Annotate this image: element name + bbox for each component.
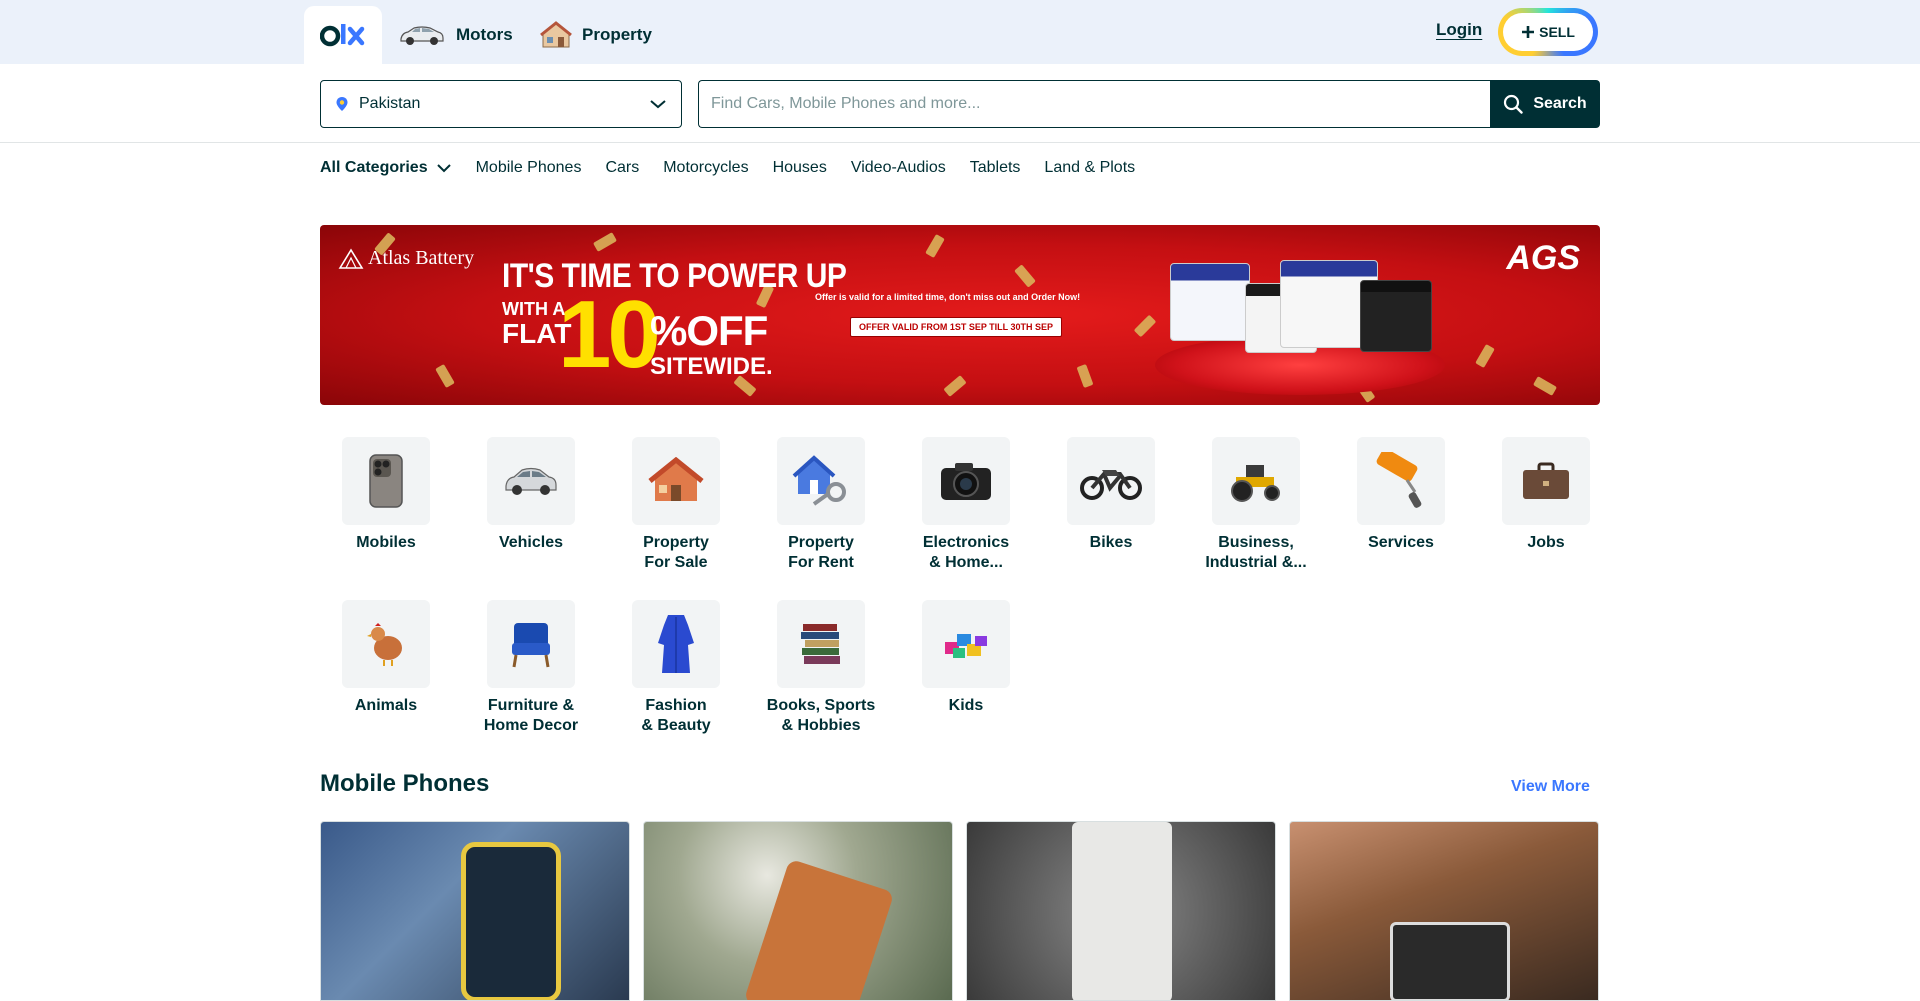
category-kids[interactable]: Kids — [891, 600, 1041, 716]
nav-mobile-phones[interactable]: Mobile Phones — [476, 159, 582, 177]
location-select[interactable]: Pakistan — [320, 80, 682, 128]
property-link[interactable]: Property — [540, 18, 652, 52]
section-title: Mobile Phones — [320, 770, 490, 797]
listing-card[interactable] — [1289, 821, 1599, 1001]
category-label: Business, Industrial &... — [1205, 534, 1307, 571]
banner-note: Offer is valid for a limited time, don't… — [815, 292, 1081, 302]
chevron-down-icon — [650, 100, 666, 109]
tractor-icon — [1231, 465, 1280, 502]
location-pin-icon — [336, 97, 348, 111]
category-label: Bikes — [1089, 534, 1133, 551]
dress-icon — [658, 615, 694, 673]
battery-image — [1360, 280, 1432, 352]
view-more-link[interactable]: View More — [1511, 778, 1590, 796]
nav-cars[interactable]: Cars — [605, 159, 639, 177]
category-label: Jobs — [1527, 534, 1565, 551]
atlas-logo-icon — [338, 247, 364, 269]
paint-roller-icon — [1376, 452, 1422, 508]
motorbike-icon — [1080, 470, 1142, 500]
category-property-for-sale[interactable]: Property For Sale — [601, 437, 751, 573]
car-icon — [505, 467, 557, 495]
promo-banner[interactable]: Atlas Battery IT'S TIME TO POWER UP WITH… — [320, 225, 1600, 405]
login-link[interactable]: Login — [1436, 20, 1482, 40]
banner-brand: Atlas Battery — [368, 247, 475, 269]
listing-photo — [461, 842, 561, 1000]
all-categories-label: All Categories — [320, 159, 428, 176]
category-books-sports-hobbies[interactable]: Books, Sports & Hobbies — [746, 600, 896, 736]
search-icon — [1504, 94, 1524, 114]
category-label: Fashion & Beauty — [641, 697, 711, 734]
category-label: Books, Sports & Hobbies — [766, 697, 876, 734]
listing-card[interactable] — [320, 821, 630, 1001]
category-services[interactable]: Services — [1326, 437, 1476, 553]
listing-card[interactable] — [643, 821, 953, 1001]
category-label: Kids — [948, 697, 984, 714]
category-property-for-rent[interactable]: Property For Rent — [746, 437, 896, 573]
category-bikes[interactable]: Bikes — [1036, 437, 1186, 553]
category-label: Furniture & Home Decor — [483, 697, 579, 734]
search-field — [698, 80, 1490, 128]
top-bar: Motors Property Login SELL — [0, 0, 1920, 64]
nav-land-plots[interactable]: Land & Plots — [1044, 159, 1135, 177]
category-label: Property For Rent — [788, 534, 854, 571]
property-label: Property — [582, 25, 652, 44]
plus-icon — [1522, 26, 1535, 38]
motors-label: Motors — [456, 25, 513, 44]
category-label: Property For Sale — [643, 534, 709, 571]
camera-icon — [941, 463, 991, 500]
olx-logo-icon — [320, 24, 365, 47]
listing-photo — [1072, 822, 1172, 1000]
listing-photo — [743, 858, 895, 1000]
ags-logo: AGS — [1506, 239, 1580, 277]
category-vehicles[interactable]: Vehicles — [456, 437, 606, 553]
location-value: Pakistan — [359, 95, 421, 112]
search-button[interactable]: Search — [1490, 80, 1600, 128]
nav-houses[interactable]: Houses — [773, 159, 827, 177]
category-mobiles[interactable]: Mobiles — [311, 437, 461, 553]
banner-sitewide: SITEWIDE. — [650, 353, 773, 380]
category-fashion-beauty[interactable]: Fashion & Beauty — [601, 600, 751, 736]
car-icon — [400, 26, 444, 45]
category-nav: All Categories Mobile Phones Cars Motorc… — [320, 156, 1135, 180]
house-icon — [540, 21, 572, 48]
listing-card[interactable] — [966, 821, 1276, 1001]
house-key-icon — [792, 455, 846, 506]
nav-motorcycles[interactable]: Motorcycles — [663, 159, 748, 177]
category-label: Mobiles — [356, 534, 416, 551]
banner-off: %OFF — [650, 307, 768, 354]
listing-photo — [1390, 922, 1510, 1000]
armchair-icon — [512, 623, 550, 668]
category-label: Animals — [354, 697, 418, 714]
atlas-battery-logo: Atlas Battery — [338, 247, 474, 270]
banner-validity: OFFER VALID FROM 1ST SEP TILL 30TH SEP — [850, 317, 1063, 337]
house-icon — [648, 457, 704, 501]
category-electronics[interactable]: Electronics & Home... — [891, 437, 1041, 573]
category-label: Services — [1368, 534, 1434, 551]
category-label: Electronics & Home... — [922, 534, 1010, 571]
motors-link[interactable]: Motors — [398, 18, 513, 52]
mobile-phone-icon — [369, 454, 403, 508]
sell-button[interactable]: SELL — [1498, 8, 1598, 56]
banner-headline: IT'S TIME TO POWER UP — [502, 257, 847, 295]
search-input[interactable] — [699, 81, 1490, 127]
all-categories-dropdown[interactable]: All Categories — [320, 159, 452, 177]
category-jobs[interactable]: Jobs — [1471, 437, 1621, 553]
banner-percent: 10 — [558, 281, 661, 388]
hen-icon — [367, 623, 402, 666]
category-animals[interactable]: Animals — [311, 600, 461, 716]
sell-label: SELL — [1539, 24, 1575, 40]
nav-video-audios[interactable]: Video-Audios — [851, 159, 946, 177]
search-button-label: Search — [1533, 95, 1587, 112]
nav-tablets[interactable]: Tablets — [970, 159, 1021, 177]
chevron-down-icon — [436, 164, 451, 173]
briefcase-icon — [1523, 462, 1569, 499]
olx-logo[interactable] — [304, 6, 382, 64]
category-furniture[interactable]: Furniture & Home Decor — [456, 600, 606, 736]
category-business-industrial[interactable]: Business, Industrial &... — [1181, 437, 1331, 573]
category-label: Vehicles — [498, 534, 564, 551]
search-row: Pakistan Search — [0, 64, 1920, 143]
books-icon — [801, 624, 840, 664]
battery-image — [1170, 263, 1250, 341]
blocks-icon — [945, 634, 987, 658]
